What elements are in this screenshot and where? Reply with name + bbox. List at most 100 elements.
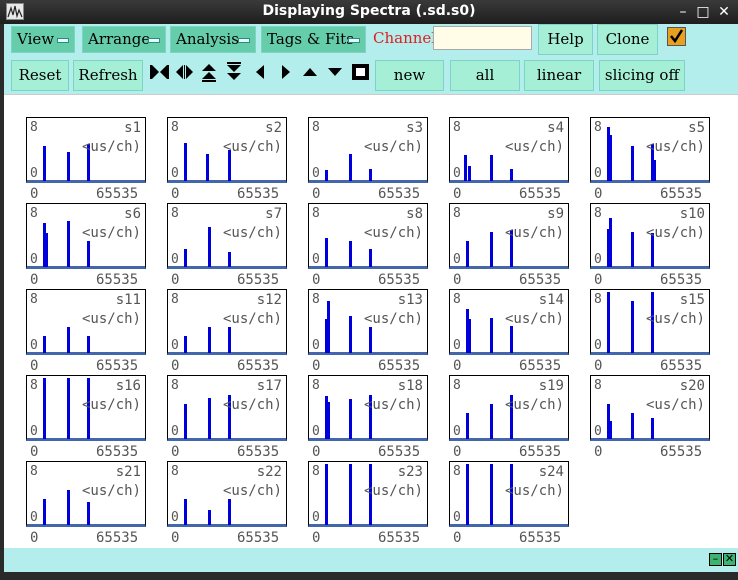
analysis-menu[interactable]: Analysis [170, 26, 256, 53]
scale-toggle-button[interactable]: linear [524, 60, 594, 91]
all-button[interactable]: all [450, 60, 520, 91]
spectrum-plot[interactable]: 8 0 s24 <us/ch) [449, 461, 569, 527]
spectrum-s4[interactable]: 8 0 s4 <us/ch) 0 65535 [449, 117, 573, 203]
spectrum-s20[interactable]: 8 0 s20 <us/ch) 0 65535 [590, 375, 714, 461]
up-icon[interactable] [300, 62, 321, 82]
spectrum-plot[interactable]: 8 0 s21 <us/ch) [26, 461, 146, 527]
refresh-button[interactable]: Refresh [73, 60, 143, 91]
x-min-label: 0 [594, 272, 603, 288]
peak-bar [631, 146, 634, 181]
spectrum-s18[interactable]: 8 0 s18 <us/ch) 0 65535 [308, 375, 432, 461]
spectrum-s21[interactable]: 8 0 s21 <us/ch) 0 65535 [26, 461, 150, 547]
close-button[interactable]: ✕ [715, 3, 733, 21]
spectrum-plot[interactable]: 8 0 s19 <us/ch) [449, 375, 569, 441]
peak-bar [464, 155, 467, 181]
stop-icon[interactable] [350, 62, 371, 82]
expand-horizontal-icon[interactable] [149, 62, 170, 82]
x-max-label: 65535 [519, 272, 562, 288]
slicing-toggle-button[interactable]: slicing off [599, 60, 685, 91]
spectrum-s13[interactable]: 8 0 s13 <us/ch) 0 65535 [308, 289, 432, 375]
spectrum-name: s14 [538, 292, 564, 308]
y-max-label: 8 [453, 378, 461, 393]
contract-vertical-icon[interactable] [224, 62, 245, 82]
spectrum-s9[interactable]: 8 0 s9 <us/ch) 0 65535 [449, 203, 573, 289]
y-min-label: 0 [30, 510, 38, 525]
x-max-label: 65535 [519, 186, 562, 202]
spectrum-s24[interactable]: 8 0 s24 <us/ch) 0 65535 [449, 461, 573, 547]
y-max-label: 8 [312, 464, 320, 479]
spectrum-s11[interactable]: 8 0 s11 <us/ch) 0 65535 [26, 289, 150, 375]
spectrum-plot[interactable]: 8 0 s11 <us/ch) [26, 289, 146, 355]
close-icon[interactable]: ✕ [723, 553, 736, 566]
spectrum-plot[interactable]: 8 0 s4 <us/ch) [449, 117, 569, 183]
right-icon[interactable] [275, 62, 296, 82]
spectrum-s12[interactable]: 8 0 s12 <us/ch) 0 65535 [167, 289, 291, 375]
spectrum-s22[interactable]: 8 0 s22 <us/ch) 0 65535 [167, 461, 291, 547]
spectrum-plot[interactable]: 8 0 s7 <us/ch) [167, 203, 287, 269]
minimize-button[interactable]: – [674, 3, 692, 21]
spectrum-plot[interactable]: 8 0 s10 <us/ch) [590, 203, 710, 269]
y-max-label: 8 [171, 206, 179, 221]
help-button[interactable]: Help [538, 24, 593, 55]
spectrum-plot[interactable]: 8 0 s15 <us/ch) [590, 289, 710, 355]
contract-horizontal-icon[interactable] [174, 62, 195, 82]
down-icon[interactable] [325, 62, 346, 82]
x-min-label: 0 [594, 444, 603, 460]
spectrum-plot[interactable]: 8 0 s9 <us/ch) [449, 203, 569, 269]
peak-bar [369, 169, 372, 181]
peak-bar [67, 152, 70, 181]
spectrum-plot[interactable]: 8 0 s12 <us/ch) [167, 289, 287, 355]
spectrum-name: s23 [397, 464, 423, 480]
reset-button[interactable]: Reset [11, 60, 69, 91]
spectrum-s3[interactable]: 8 0 s3 <us/ch) 0 65535 [308, 117, 432, 203]
spectrum-plot[interactable]: 8 0 s1 <us/ch) [26, 117, 146, 183]
spectrum-plot[interactable]: 8 0 s22 <us/ch) [167, 461, 287, 527]
spectrum-s23[interactable]: 8 0 s23 <us/ch) 0 65535 [308, 461, 432, 547]
tags-fits-menu[interactable]: Tags & Fits [261, 26, 366, 53]
spectrum-plot[interactable]: 8 0 s2 <us/ch) [167, 117, 287, 183]
peak-bar [67, 378, 70, 439]
spectrum-s7[interactable]: 8 0 s7 <us/ch) 0 65535 [167, 203, 291, 289]
clone-button[interactable]: Clone [597, 24, 658, 55]
spectrum-name: s17 [256, 378, 282, 394]
peak-bar [631, 232, 634, 267]
spectrum-plot[interactable]: 8 0 s8 <us/ch) [308, 203, 428, 269]
spectrum-s10[interactable]: 8 0 s10 <us/ch) 0 65535 [590, 203, 714, 289]
y-max-label: 8 [30, 378, 38, 393]
channel-input[interactable] [433, 26, 532, 50]
peak-bar [228, 252, 231, 267]
left-icon[interactable] [250, 62, 271, 82]
spectrum-name: s1 [124, 120, 141, 136]
spectrum-plot[interactable]: 8 0 s14 <us/ch) [449, 289, 569, 355]
arrange-menu[interactable]: Arrange [82, 26, 166, 53]
spectrum-plot[interactable]: 8 0 s18 <us/ch) [308, 375, 428, 441]
checkbox[interactable] [667, 27, 686, 46]
spectrum-s14[interactable]: 8 0 s14 <us/ch) 0 65535 [449, 289, 573, 375]
x-max-label: 65535 [378, 186, 421, 202]
spectrum-s15[interactable]: 8 0 s15 <us/ch) 0 65535 [590, 289, 714, 375]
x-max-label: 65535 [519, 444, 562, 460]
spectrum-s6[interactable]: 8 0 s6 <us/ch) 0 65535 [26, 203, 150, 289]
spectrum-s8[interactable]: 8 0 s8 <us/ch) 0 65535 [308, 203, 432, 289]
spectrum-s17[interactable]: 8 0 s17 <us/ch) 0 65535 [167, 375, 291, 461]
spectrum-plot[interactable]: 8 0 s6 <us/ch) [26, 203, 146, 269]
spectrum-plot[interactable]: 8 0 s23 <us/ch) [308, 461, 428, 527]
expand-vertical-icon[interactable] [199, 62, 220, 82]
view-menu[interactable]: View [11, 26, 75, 53]
spectrum-s2[interactable]: 8 0 s2 <us/ch) 0 65535 [167, 117, 291, 203]
maximize-button[interactable]: □ [694, 3, 712, 21]
spectrum-plot[interactable]: 8 0 s20 <us/ch) [590, 375, 710, 441]
spectrum-plot[interactable]: 8 0 s16 <us/ch) [26, 375, 146, 441]
new-button[interactable]: new [375, 60, 444, 91]
spectrum-s16[interactable]: 8 0 s16 <us/ch) 0 65535 [26, 375, 150, 461]
peak-bar [228, 499, 231, 525]
spectrum-s1[interactable]: 8 0 s1 <us/ch) 0 65535 [26, 117, 150, 203]
spectrum-s5[interactable]: 8 0 s5 <us/ch) 0 65535 [590, 117, 714, 203]
spectrum-plot[interactable]: 8 0 s3 <us/ch) [308, 117, 428, 183]
spectrum-plot[interactable]: 8 0 s5 <us/ch) [590, 117, 710, 183]
spectrum-s19[interactable]: 8 0 s19 <us/ch) 0 65535 [449, 375, 573, 461]
peak-bar [490, 404, 493, 439]
spectrum-plot[interactable]: 8 0 s17 <us/ch) [167, 375, 287, 441]
spectrum-plot[interactable]: 8 0 s13 <us/ch) [308, 289, 428, 355]
minimize-icon[interactable]: – [709, 553, 722, 566]
